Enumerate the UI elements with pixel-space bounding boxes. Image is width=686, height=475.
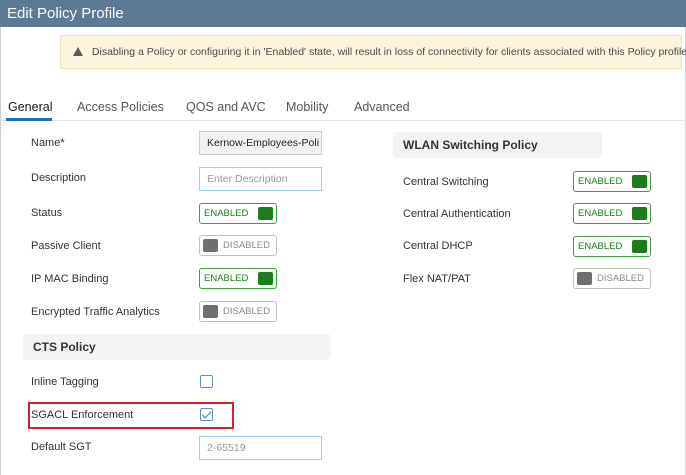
- toggle-knob: [632, 240, 647, 253]
- toggle-knob: [258, 207, 273, 220]
- name-label: Name*: [31, 137, 65, 149]
- toggle-knob: [632, 207, 647, 220]
- cts-policy-section: CTS Policy: [23, 334, 331, 360]
- active-tab-indicator: [6, 118, 52, 121]
- passive-client-label: Passive Client: [31, 240, 101, 252]
- central-authentication-toggle[interactable]: ENABLED: [573, 203, 651, 224]
- eta-label: Encrypted Traffic Analytics: [31, 306, 160, 318]
- default-sgt-field[interactable]: 2-65519: [199, 436, 322, 460]
- toggle-knob: [577, 272, 592, 285]
- tab-advanced[interactable]: Advanced: [354, 100, 410, 114]
- central-dhcp-label: Central DHCP: [403, 240, 473, 252]
- flex-nat-pat-label: Flex NAT/PAT: [403, 273, 471, 285]
- toggle-knob: [203, 239, 218, 252]
- central-authentication-toggle-text: ENABLED: [578, 208, 623, 219]
- passive-client-toggle-text: DISABLED: [223, 240, 270, 251]
- description-label: Description: [31, 172, 87, 184]
- ip-mac-binding-label: IP MAC Binding: [31, 273, 109, 285]
- eta-toggle-text: DISABLED: [223, 306, 270, 317]
- central-switching-toggle[interactable]: ENABLED: [573, 171, 651, 192]
- passive-client-toggle[interactable]: DISABLED: [199, 235, 277, 256]
- eta-toggle[interactable]: DISABLED: [199, 301, 277, 322]
- default-sgt-label: Default SGT: [31, 441, 92, 453]
- status-label: Status: [31, 207, 63, 219]
- description-field[interactable]: Enter Description: [199, 167, 322, 191]
- tab-general[interactable]: General: [8, 100, 52, 114]
- wlan-switching-policy-section: WLAN Switching Policy: [393, 132, 602, 158]
- toggle-knob: [203, 305, 218, 318]
- flex-nat-pat-toggle-text: DISABLED: [597, 273, 644, 284]
- name-field[interactable]: Kernow-Employees-Poli: [199, 131, 322, 155]
- tab-divider: [0, 120, 686, 121]
- sgacl-highlight-box: [28, 402, 234, 429]
- inline-tagging-checkbox[interactable]: [200, 375, 213, 388]
- toggle-knob: [258, 272, 273, 285]
- inline-tagging-label: Inline Tagging: [31, 376, 99, 388]
- central-switching-label: Central Switching: [403, 176, 489, 188]
- tab-bar: General Access Policies QOS and AVC Mobi…: [0, 96, 686, 120]
- central-switching-toggle-text: ENABLED: [578, 176, 623, 187]
- status-toggle-text: ENABLED: [204, 208, 249, 219]
- tab-access-policies[interactable]: Access Policies: [77, 100, 164, 114]
- status-toggle[interactable]: ENABLED: [199, 203, 277, 224]
- toggle-knob: [632, 175, 647, 188]
- warning-banner: Disabling a Policy or configuring it in …: [60, 35, 686, 69]
- central-dhcp-toggle[interactable]: ENABLED: [573, 236, 651, 257]
- tab-mobility[interactable]: Mobility: [286, 100, 328, 114]
- central-authentication-label: Central Authentication: [403, 208, 511, 220]
- window-title: Edit Policy Profile: [0, 0, 686, 27]
- warning-triangle-icon: [73, 47, 83, 56]
- tab-qos-and-avc[interactable]: QOS and AVC: [186, 100, 266, 114]
- warning-text: Disabling a Policy or configuring it in …: [91, 46, 686, 58]
- ip-mac-binding-toggle-text: ENABLED: [204, 273, 249, 284]
- central-dhcp-toggle-text: ENABLED: [578, 241, 623, 252]
- ip-mac-binding-toggle[interactable]: ENABLED: [199, 268, 277, 289]
- flex-nat-pat-toggle[interactable]: DISABLED: [573, 268, 651, 289]
